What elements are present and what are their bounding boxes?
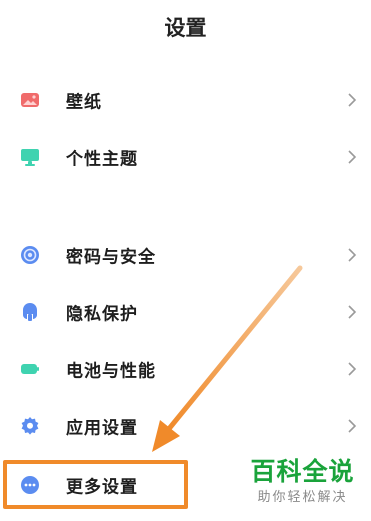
watermark: 百科全说 助你轻松解决: [240, 455, 365, 517]
watermark-title: 百科全说: [250, 457, 355, 486]
annotation-arrow: [152, 265, 303, 452]
watermark-subtitle: 助你轻松解决: [257, 490, 348, 505]
